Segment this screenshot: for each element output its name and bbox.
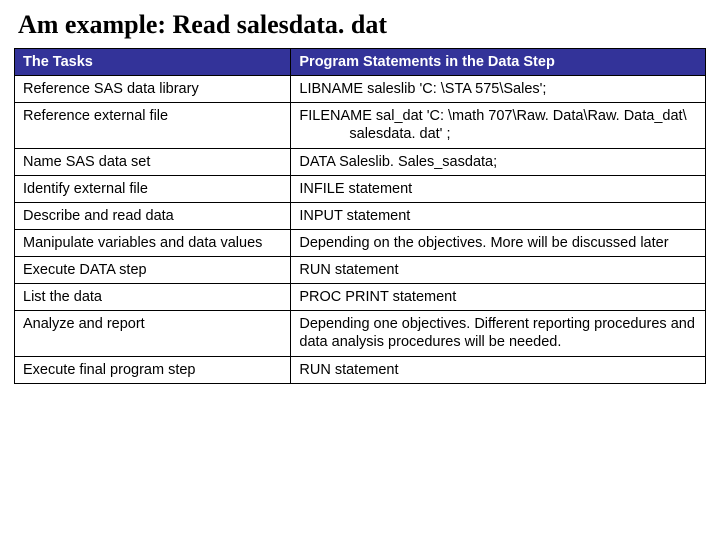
- cell-statement: RUN statement: [291, 356, 706, 383]
- cell-statement: INPUT statement: [291, 202, 706, 229]
- cell-task: Reference external file: [15, 103, 291, 148]
- slide: Am example: Read salesdata. dat The Task…: [0, 0, 720, 384]
- cell-statement: DATA Saleslib. Sales_sasdata;: [291, 148, 706, 175]
- header-statements: Program Statements in the Data Step: [291, 49, 706, 76]
- cell-task: Execute final program step: [15, 356, 291, 383]
- cell-task: Name SAS data set: [15, 148, 291, 175]
- slide-title: Am example: Read salesdata. dat: [18, 10, 706, 40]
- cell-statement: Depending on the objectives. More will b…: [291, 229, 706, 256]
- table-row: List the data PROC PRINT statement: [15, 284, 706, 311]
- cell-statement: LIBNAME saleslib 'C: \STA 575\Sales';: [291, 76, 706, 103]
- cell-task: Execute DATA step: [15, 257, 291, 284]
- table-row: Reference external file FILENAME sal_dat…: [15, 103, 706, 148]
- table-row: Describe and read data INPUT statement: [15, 202, 706, 229]
- table-row: Execute final program step RUN statement: [15, 356, 706, 383]
- cell-task: Describe and read data: [15, 202, 291, 229]
- cell-statement: PROC PRINT statement: [291, 284, 706, 311]
- cell-task: Identify external file: [15, 175, 291, 202]
- table-row: Execute DATA step RUN statement: [15, 257, 706, 284]
- cell-task: List the data: [15, 284, 291, 311]
- stmt-line2: salesdata. dat' ;: [299, 125, 697, 143]
- stmt-line1: FILENAME sal_dat 'C: \math 707\Raw. Data…: [299, 108, 686, 124]
- table-row: Reference SAS data library LIBNAME sales…: [15, 76, 706, 103]
- table-row: Manipulate variables and data values Dep…: [15, 229, 706, 256]
- table-row: Identify external file INFILE statement: [15, 175, 706, 202]
- cell-statement: Depending one objectives. Different repo…: [291, 311, 706, 356]
- cell-task: Manipulate variables and data values: [15, 229, 291, 256]
- cell-task: Reference SAS data library: [15, 76, 291, 103]
- cell-statement: FILENAME sal_dat 'C: \math 707\Raw. Data…: [291, 103, 706, 148]
- cell-statement: RUN statement: [291, 257, 706, 284]
- header-tasks: The Tasks: [15, 49, 291, 76]
- cell-statement: INFILE statement: [291, 175, 706, 202]
- cell-task: Analyze and report: [15, 311, 291, 356]
- table-header-row: The Tasks Program Statements in the Data…: [15, 49, 706, 76]
- tasks-table: The Tasks Program Statements in the Data…: [14, 48, 706, 384]
- table-row: Analyze and report Depending one objecti…: [15, 311, 706, 356]
- table-row: Name SAS data set DATA Saleslib. Sales_s…: [15, 148, 706, 175]
